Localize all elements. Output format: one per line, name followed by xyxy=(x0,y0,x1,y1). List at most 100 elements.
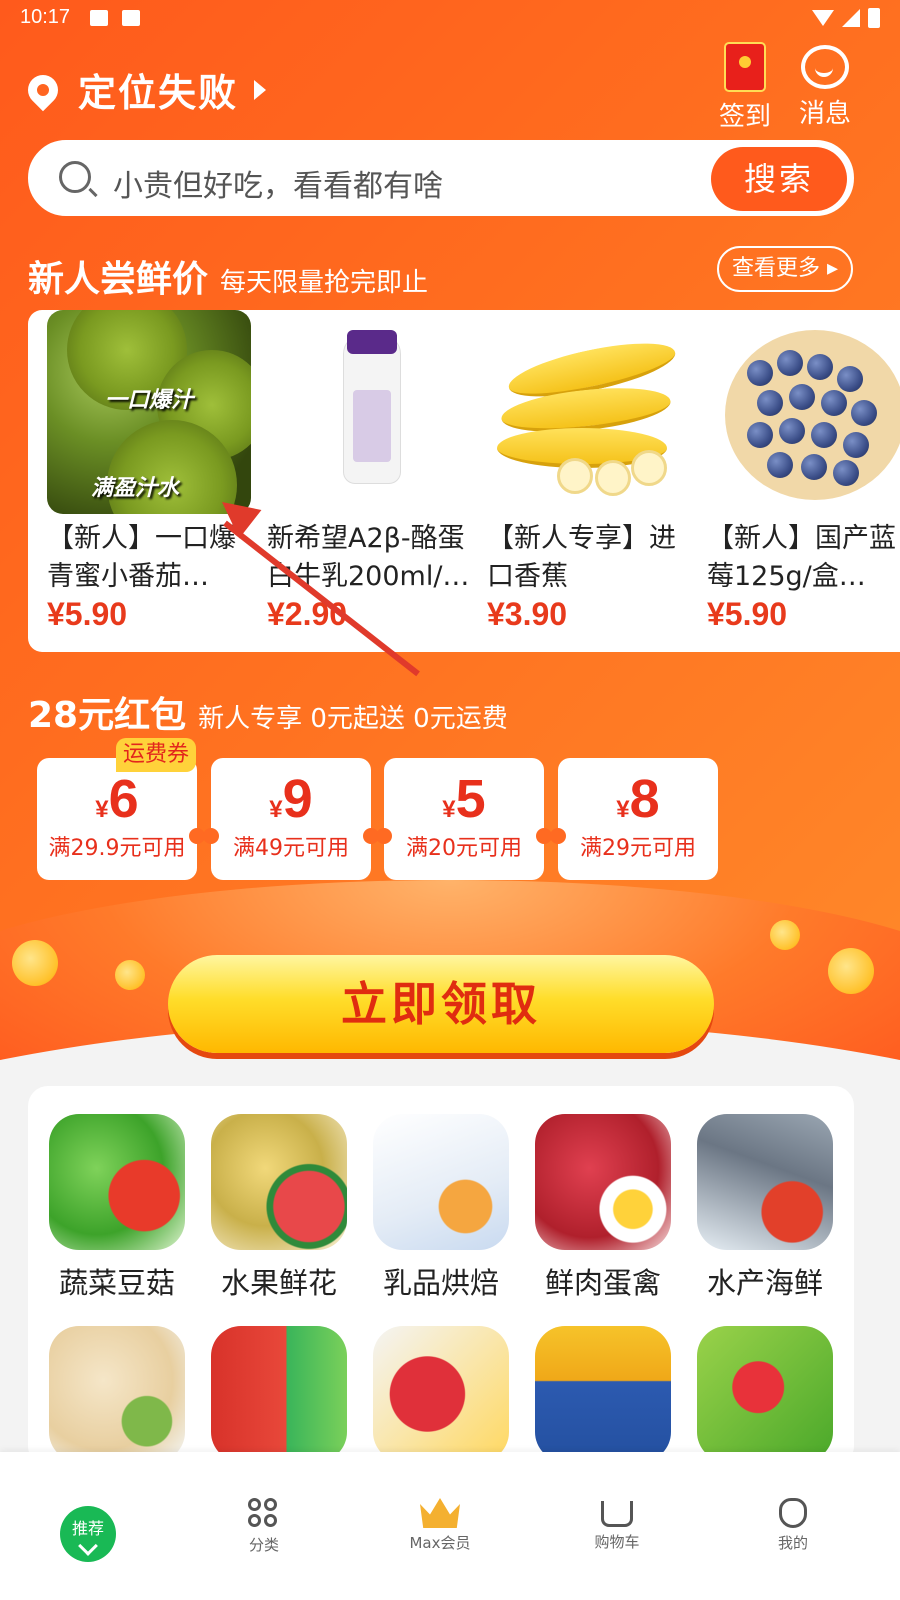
category-item-dumplings[interactable] xyxy=(42,1326,192,1462)
product-price: ¥5.90 xyxy=(707,596,788,632)
product-image-tomato[interactable]: 一口爆汁 满盈汁水 xyxy=(47,310,251,514)
coupon-currency: ¥ xyxy=(616,796,630,823)
coupon-card[interactable]: ¥6 满29.9元可用 xyxy=(37,758,205,880)
vegetables-icon xyxy=(49,1114,185,1250)
coupon-currency: ¥ xyxy=(95,796,109,823)
search-bar[interactable]: 小贵但好吃，看看都有啥 搜索 xyxy=(28,140,854,216)
blueberry xyxy=(779,418,805,444)
notification-icon xyxy=(122,10,140,26)
category-item-drinks[interactable] xyxy=(204,1326,354,1462)
nav-cart[interactable]: 购物车 xyxy=(567,1498,667,1552)
drinks-icon xyxy=(211,1326,347,1462)
view-more-label: 查看更多 xyxy=(731,256,820,281)
search-icon xyxy=(59,161,91,193)
product-image-caption-2: 满盈汁水 xyxy=(91,476,180,501)
blueberry xyxy=(837,366,863,392)
claim-now-button[interactable]: 立即领取 xyxy=(168,955,714,1053)
messages-button[interactable]: 消息 xyxy=(790,42,860,130)
blueberry xyxy=(777,350,803,376)
category-item-household[interactable] xyxy=(366,1326,516,1462)
coupon-subtitle: 新人专享 0元起送 0元运费 xyxy=(198,704,508,734)
new-user-subtitle: 每天限量抢完即止 xyxy=(220,268,429,298)
dumplings-icon xyxy=(49,1326,185,1462)
blueberry xyxy=(757,390,783,416)
oil-icon xyxy=(535,1326,671,1462)
claim-now-label: 立即领取 xyxy=(341,977,541,1031)
product-image-blueberry[interactable] xyxy=(707,310,900,514)
chevron-down-icon xyxy=(78,1536,98,1556)
status-bar: 10:17 xyxy=(0,0,900,36)
coupon-currency: ¥ xyxy=(442,796,456,823)
category-grid: 蔬菜豆菇 水果鲜花 乳品烘焙 鲜肉蛋禽 水产海鲜 xyxy=(28,1086,854,1466)
nav-profile[interactable]: 我的 xyxy=(743,1498,843,1553)
category-seafood[interactable]: 水产海鲜 xyxy=(690,1114,840,1302)
location-selector[interactable]: 定位失败 xyxy=(21,62,267,117)
category-label: 水产海鲜 xyxy=(706,1266,823,1300)
coin-icon xyxy=(770,920,800,950)
coupon-notch xyxy=(376,828,392,844)
nav-category[interactable]: 分类 xyxy=(214,1498,314,1555)
search-placeholder[interactable]: 小贵但好吃，看看都有啥 xyxy=(113,161,443,205)
blueberry xyxy=(833,460,859,486)
coupon-condition: 满29.9元可用 xyxy=(48,836,186,861)
meat-icon xyxy=(535,1114,671,1250)
category-dairy[interactable]: 乳品烘焙 xyxy=(366,1114,516,1302)
category-label: 乳品烘焙 xyxy=(382,1266,499,1300)
coupon-card[interactable]: ¥8 满29元可用 xyxy=(550,758,718,880)
coupon-notch xyxy=(550,828,566,844)
checkin-button[interactable]: 签到 xyxy=(710,42,780,133)
new-user-title: 新人尝鲜价 xyxy=(28,259,209,300)
category-item-snacks[interactable] xyxy=(690,1326,840,1462)
crown-icon xyxy=(420,1498,460,1528)
category-meat[interactable]: 鲜肉蛋禽 xyxy=(528,1114,678,1302)
fruits-icon xyxy=(211,1114,347,1250)
gallery-icon xyxy=(90,10,108,26)
milk-bottle-cap xyxy=(347,330,397,354)
blueberry xyxy=(851,400,877,426)
coin-icon xyxy=(828,948,874,994)
seafood-icon xyxy=(697,1114,833,1250)
blueberry xyxy=(789,384,815,410)
blueberry xyxy=(807,354,833,380)
product-name: 【新人】国产蓝莓125g/盒… xyxy=(707,523,896,592)
coupon-card[interactable]: ¥9 满49元可用 xyxy=(203,758,379,880)
product-image-caption-1: 一口爆汁 xyxy=(105,388,194,413)
new-user-header: 新人尝鲜价 每天限量抢完即止 xyxy=(28,250,428,302)
category-fruits[interactable]: 水果鲜花 xyxy=(204,1114,354,1302)
coupon-condition: 满49元可用 xyxy=(233,836,349,861)
checkin-label: 签到 xyxy=(718,102,771,132)
nav-max-member[interactable]: Max会员 xyxy=(390,1498,490,1553)
blueberry xyxy=(843,432,869,458)
category-label: 鲜肉蛋禽 xyxy=(544,1266,661,1300)
coupon-header: 28元红包 新人专享 0元起送 0元运费 xyxy=(28,686,508,738)
household-icon xyxy=(373,1326,509,1462)
messages-label: 消息 xyxy=(798,99,851,129)
blueberry xyxy=(747,422,773,448)
coupon-condition: 满20元可用 xyxy=(406,836,522,861)
view-more-button[interactable]: 查看更多 ▸ xyxy=(717,246,853,292)
product-image-banana[interactable] xyxy=(487,310,691,514)
nav-home-recommend[interactable]: 推荐 xyxy=(60,1506,116,1562)
snacks-icon xyxy=(697,1326,833,1462)
status-time: 10:17 xyxy=(20,6,71,28)
category-label: 水果鲜花 xyxy=(220,1266,337,1300)
coupon-card[interactable]: ¥5 满20元可用 xyxy=(376,758,552,880)
wifi-icon xyxy=(812,10,834,26)
milk-bottle-label xyxy=(353,390,391,462)
category-item-oil[interactable] xyxy=(528,1326,678,1462)
nav-label: 购物车 xyxy=(594,1533,640,1551)
product-image-milk[interactable] xyxy=(267,310,471,514)
product-carousel[interactable]: 一口爆汁 满盈汁水 【新人】一口爆青蜜小番茄… ¥5.90 新希望A2β-酪蛋白… xyxy=(28,310,900,652)
banana-slice xyxy=(557,458,593,494)
search-button[interactable]: 搜索 xyxy=(711,147,847,211)
location-text: 定位失败 xyxy=(78,71,239,115)
banana-slice xyxy=(595,460,631,496)
blueberry xyxy=(801,454,827,480)
dairy-icon xyxy=(373,1114,509,1250)
category-vegetables[interactable]: 蔬菜豆菇 xyxy=(42,1114,192,1302)
coin-icon xyxy=(115,960,145,990)
grid-icon xyxy=(248,1498,280,1530)
message-icon xyxy=(801,45,849,89)
cart-icon xyxy=(601,1501,633,1527)
coupon-title: 28元红包 xyxy=(28,695,187,736)
